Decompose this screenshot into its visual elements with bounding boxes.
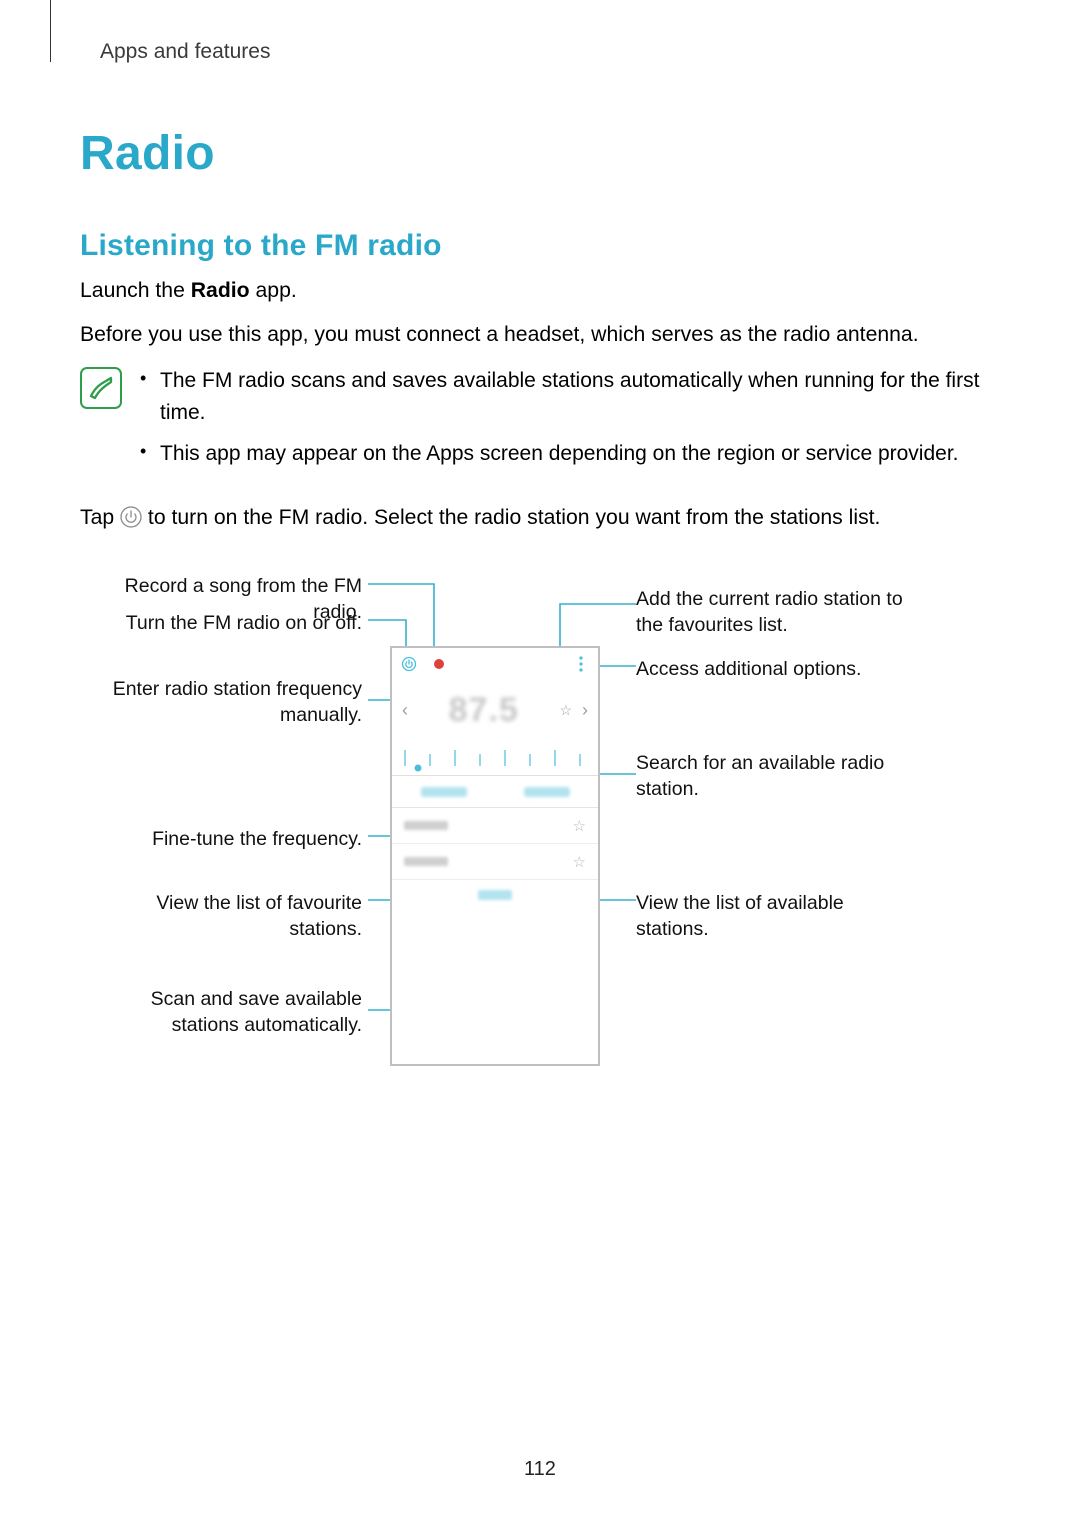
power-icon	[120, 506, 142, 538]
star-outline-icon: ☆	[559, 702, 572, 719]
phone-mockup: ‹ 87.5 ☆ ›	[390, 646, 600, 1066]
note-bullet: The FM radio scans and saves available s…	[140, 365, 1000, 428]
power-icon	[400, 655, 418, 673]
tab-stations	[495, 776, 598, 807]
paragraph-tap: Tap to turn on the FM radio. Select the …	[80, 502, 1000, 538]
frequency-value: 87.5	[449, 691, 519, 730]
subheading: Listening to the FM radio	[80, 229, 1000, 263]
note-bullets: The FM radio scans and saves available s…	[140, 365, 1000, 480]
phone-topbar	[392, 648, 598, 680]
tab-row	[392, 776, 598, 808]
star-outline-icon: ☆	[573, 853, 586, 871]
station-row: ☆	[392, 808, 598, 844]
page-left-rule	[50, 0, 51, 62]
bold-app-name: Radio	[191, 279, 250, 302]
chevron-right-icon: ›	[582, 700, 588, 721]
station-label	[404, 821, 448, 830]
chevron-left-icon: ‹	[402, 700, 408, 721]
more-icon	[572, 655, 590, 673]
section-header: Apps and features	[100, 40, 1000, 64]
scan-label	[478, 890, 512, 900]
text-fragment: Launch the	[80, 279, 191, 302]
document-page: Apps and features Radio Listening to the…	[0, 0, 1080, 1527]
note-icon	[80, 367, 122, 409]
paragraph-headset: Before you use this app, you must connec…	[80, 319, 1000, 351]
star-outline-icon: ☆	[573, 817, 586, 835]
tab-favourites	[392, 776, 495, 807]
note-bullet: This app may appear on the Apps screen d…	[140, 438, 1000, 470]
annotated-diagram: Record a song from the FM radio. Turn th…	[80, 568, 1000, 1098]
text-fragment: to turn on the FM radio. Select the radi…	[142, 506, 880, 529]
text-fragment: Tap	[80, 506, 120, 529]
station-row: ☆	[392, 844, 598, 880]
page-title: Radio	[80, 126, 1000, 181]
scan-button-row	[392, 880, 598, 910]
text-fragment: app.	[250, 279, 297, 302]
note-block: The FM radio scans and saves available s…	[80, 365, 1000, 480]
frequency-ruler	[392, 740, 598, 776]
station-label	[404, 857, 448, 866]
record-icon	[430, 655, 448, 673]
page-number: 112	[0, 1458, 1080, 1481]
paragraph-launch: Launch the Radio app.	[80, 275, 1000, 307]
frequency-row: ‹ 87.5 ☆ ›	[392, 680, 598, 740]
